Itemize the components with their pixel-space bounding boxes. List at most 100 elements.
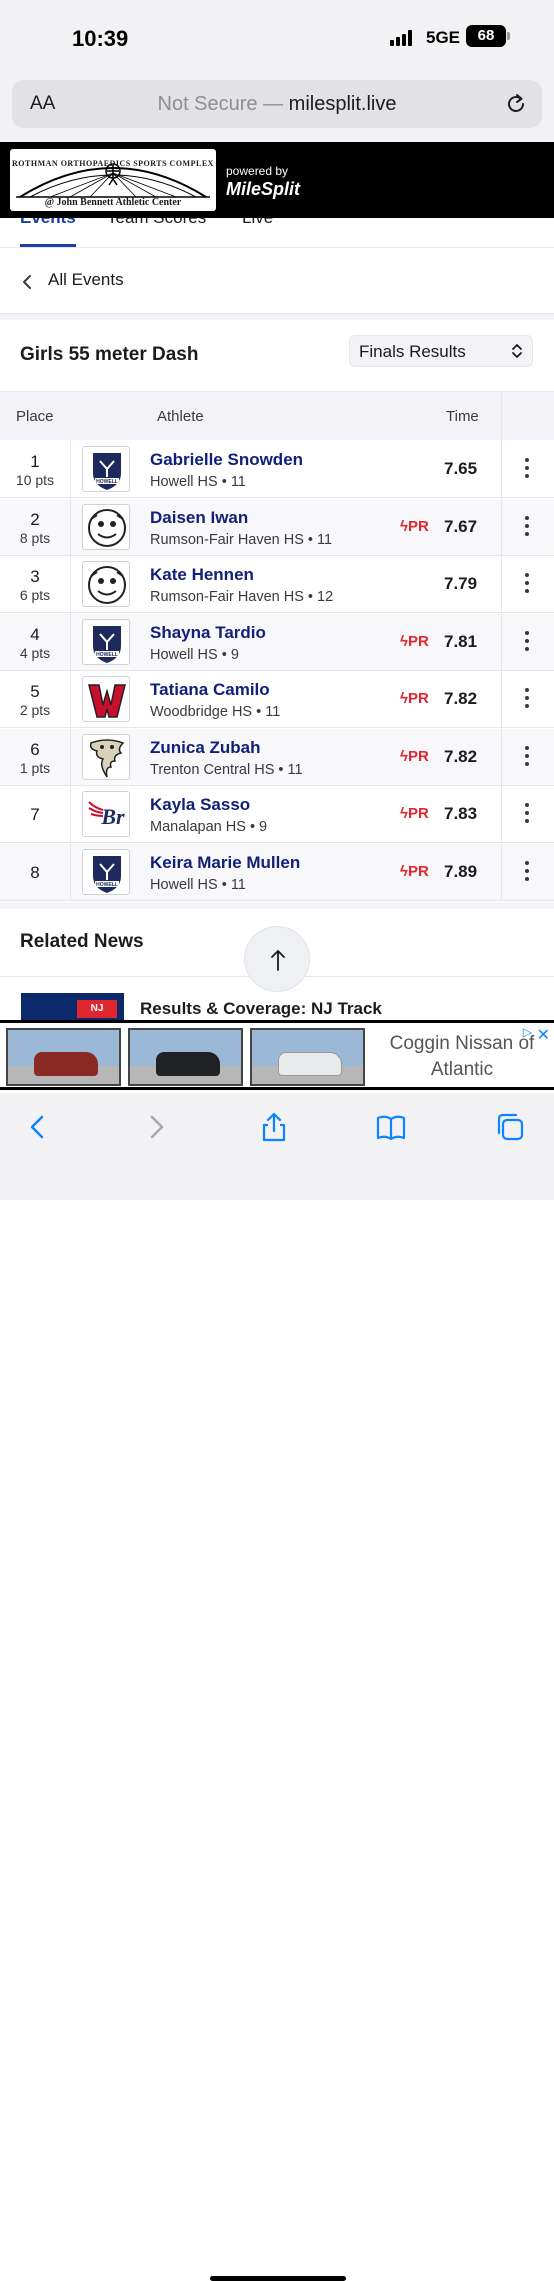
column-divider bbox=[70, 786, 71, 843]
athlete-name-link[interactable]: Kayla Sasso bbox=[150, 795, 250, 815]
forward-arrow-icon[interactable] bbox=[140, 1111, 172, 1143]
athlete-name-link[interactable]: Shayna Tardio bbox=[150, 623, 266, 643]
more-options-icon[interactable] bbox=[524, 860, 530, 883]
athlete-school[interactable]: Woodbridge HS • 11 bbox=[150, 704, 280, 720]
place-number: 1 bbox=[30, 452, 40, 471]
tab-live[interactable]: Live bbox=[242, 218, 273, 228]
bolt-icon: ϟ bbox=[400, 632, 408, 650]
sponsor-logo[interactable]: ROTHMAN ORTHOPAEDICS SPORTS COMPLEX @ Jo… bbox=[10, 149, 216, 211]
result-time: 7.79 bbox=[444, 574, 478, 593]
news-thumbnail[interactable]: NJ bbox=[21, 993, 124, 1023]
address-field[interactable]: AA Not Secure — milesplit.live bbox=[12, 80, 542, 128]
table-row[interactable]: 36 pts Kate Hennen Rumson-Fair Haven HS • … bbox=[0, 556, 554, 613]
team-logo[interactable] bbox=[82, 676, 130, 722]
athlete-school[interactable]: Howell HS • 11 bbox=[150, 877, 246, 893]
more-options-icon[interactable] bbox=[524, 803, 530, 825]
column-divider bbox=[501, 441, 502, 498]
place-points: 1 pts bbox=[19, 759, 51, 776]
section-divider bbox=[0, 903, 554, 909]
status-bar: 10:39 5GE 68 bbox=[0, 0, 554, 66]
results-table-header: Place Athlete Time bbox=[0, 392, 554, 440]
tabs-icon[interactable] bbox=[494, 1111, 526, 1143]
athlete-name-link[interactable]: Kate Hennen bbox=[150, 565, 254, 585]
more-options-icon[interactable] bbox=[524, 458, 530, 480]
signal-icon bbox=[390, 30, 414, 46]
more-options-icon[interactable] bbox=[524, 688, 530, 710]
tab-team-scores[interactable]: Team Scores bbox=[107, 218, 206, 228]
team-logo[interactable]: HOWELL bbox=[82, 618, 130, 665]
tab-events[interactable]: Events bbox=[20, 218, 76, 228]
scroll-top-button[interactable] bbox=[244, 926, 310, 992]
share-icon[interactable] bbox=[258, 1111, 290, 1143]
result-time: 7.65 bbox=[444, 459, 478, 478]
bookmarks-icon[interactable] bbox=[375, 1111, 407, 1143]
place-points: 8 pts bbox=[19, 529, 51, 546]
round-select-value: Finals Results bbox=[359, 342, 466, 361]
logo-line1: ROTHMAN ORTHOPAEDICS SPORTS COMPLEX bbox=[12, 159, 214, 168]
pr-badge: ϟPR bbox=[400, 690, 429, 707]
column-divider bbox=[70, 441, 71, 498]
athlete-school[interactable]: Howell HS • 9 bbox=[150, 647, 239, 663]
more-options-icon[interactable] bbox=[524, 515, 530, 538]
team-logo[interactable]: HOWELL bbox=[82, 446, 130, 492]
event-header: Girls 55 meter Dash Finals Results bbox=[0, 320, 554, 392]
pr-badge: ϟPR bbox=[400, 518, 429, 535]
browser-toolbar bbox=[0, 1093, 554, 2281]
pr-label: PR bbox=[407, 862, 429, 880]
place-number: 6 bbox=[30, 739, 40, 759]
table-row[interactable]: 52 pts Tatiana Camilo Woodbridge HS • 11 ϟP… bbox=[0, 671, 554, 728]
round-select[interactable]: Finals Results bbox=[349, 335, 533, 367]
pr-badge: ϟPR bbox=[400, 863, 429, 880]
place-number: 4 bbox=[30, 624, 40, 644]
ad-car-image bbox=[128, 1028, 243, 1086]
table-row[interactable]: 44 pts HOWELL Shayna Tardio Howell HS • 9 ϟP… bbox=[0, 613, 554, 671]
team-logo[interactable] bbox=[82, 503, 130, 550]
more-options-icon[interactable] bbox=[524, 573, 530, 595]
athlete-name-link[interactable]: Zunica Zubah bbox=[150, 738, 261, 758]
team-logo[interactable]: Br bbox=[82, 791, 130, 837]
table-row[interactable]: 61 pts Zunica Zubah Trenton Central HS • 1… bbox=[0, 728, 554, 786]
place-number: 8 bbox=[30, 862, 40, 882]
team-logo[interactable] bbox=[82, 561, 130, 607]
bolt-icon: ϟ bbox=[400, 517, 408, 535]
team-logo[interactable] bbox=[82, 733, 130, 780]
not-secure-label: Not Secure — bbox=[157, 93, 284, 115]
place-number: 2 bbox=[30, 509, 40, 529]
table-row[interactable]: 1 10 pts HOWELL Gabrielle Snowden Howell HS … bbox=[0, 441, 554, 498]
result-time: 7.67 bbox=[444, 516, 478, 536]
pr-badge: ϟPR bbox=[400, 633, 429, 650]
athlete-name-link[interactable]: Keira Marie Mullen bbox=[150, 853, 300, 873]
column-divider bbox=[70, 613, 71, 671]
ad-banner[interactable]: Coggin Nissan of Atlantic ▷ ✕ bbox=[0, 1020, 554, 1090]
more-options-icon[interactable] bbox=[524, 745, 530, 768]
athlete-school[interactable]: Rumson-Fair Haven HS • 11 bbox=[150, 532, 332, 548]
athlete-name-link[interactable]: Daisen Iwan bbox=[150, 508, 248, 528]
reload-icon[interactable] bbox=[504, 92, 528, 116]
table-row[interactable]: 28 pts Daisen Iwan Rumson-Fair Haven HS • … bbox=[0, 498, 554, 556]
athlete-name-link[interactable]: Tatiana Camilo bbox=[150, 680, 270, 700]
bolt-icon: ϟ bbox=[400, 862, 408, 880]
all-events-link[interactable]: All Events bbox=[0, 248, 554, 314]
athlete-school[interactable]: Trenton Central HS • 11 bbox=[150, 762, 303, 778]
athlete-school[interactable]: Rumson-Fair Haven HS • 12 bbox=[150, 589, 333, 605]
header-time: Time bbox=[446, 408, 479, 425]
athlete-name-link[interactable]: Gabrielle Snowden bbox=[150, 450, 303, 470]
url-display[interactable]: Not Secure — milesplit.live bbox=[12, 93, 542, 116]
place-points: 10 pts bbox=[15, 472, 55, 488]
ad-info-icon[interactable]: ▷ bbox=[523, 1025, 532, 1039]
table-row[interactable]: 7 Br Kayla Sasso Manalapan HS • 9 ϟPR 7.83 bbox=[0, 786, 554, 843]
team-logo[interactable]: HOWELL bbox=[82, 848, 130, 895]
ad-car-image bbox=[6, 1028, 121, 1086]
header-athlete: Athlete bbox=[157, 408, 204, 425]
table-row[interactable]: 8 HOWELL Keira Marie Mullen Howell HS • 11 ϟ… bbox=[0, 843, 554, 901]
athlete-school[interactable]: Manalapan HS • 9 bbox=[150, 819, 267, 835]
ad-close-icon[interactable]: ✕ bbox=[537, 1025, 550, 1045]
more-options-icon[interactable] bbox=[524, 630, 530, 653]
select-arrows-icon bbox=[512, 344, 522, 358]
logo-line2: @ John Bennett Athletic Center bbox=[44, 197, 182, 208]
back-arrow-icon[interactable] bbox=[22, 1111, 54, 1143]
bolt-icon: ϟ bbox=[400, 747, 408, 765]
milesplit-logo[interactable]: MileSplit bbox=[226, 179, 300, 200]
athlete-school[interactable]: Howell HS • 11 bbox=[150, 474, 246, 490]
news-title[interactable]: Results & Coverage: NJ Track bbox=[140, 999, 382, 1019]
